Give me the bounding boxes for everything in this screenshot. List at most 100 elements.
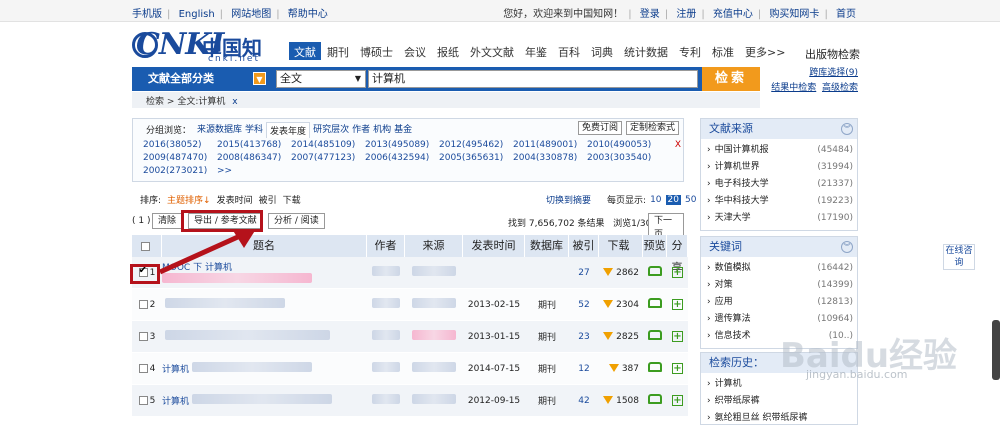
row-checkbox[interactable] bbox=[138, 395, 148, 405]
row-title[interactable] bbox=[162, 298, 367, 311]
sidebar-item-label[interactable]: 应用 bbox=[715, 297, 733, 307]
row-cited[interactable]: 27 bbox=[569, 268, 599, 278]
per-page-10[interactable]: 10 bbox=[650, 195, 661, 205]
tab-waiwen[interactable]: 外文文献 bbox=[465, 42, 519, 60]
sidebar-item-keywords[interactable]: 应用 (12813) bbox=[701, 294, 857, 311]
row-share[interactable]: + bbox=[667, 395, 688, 406]
row-cited[interactable]: 12 bbox=[569, 364, 599, 374]
row-title-text[interactable]: 计算机 bbox=[162, 365, 189, 375]
sidebar-item-label[interactable]: 天津大学 bbox=[715, 213, 751, 223]
row-select[interactable]: 4 bbox=[132, 363, 162, 374]
sidebar-item-keywords[interactable]: 对策 (14399) bbox=[701, 277, 857, 294]
search-input[interactable]: 计算机 bbox=[368, 70, 698, 88]
close-group-icon[interactable]: X bbox=[675, 139, 681, 152]
year-filter-item[interactable]: 2014(485109) bbox=[291, 139, 365, 152]
sidebar-item-label[interactable]: 华中科技大学 bbox=[715, 196, 769, 206]
year-filter-item[interactable]: 2012(495462) bbox=[439, 139, 513, 152]
select-all-checkbox[interactable] bbox=[141, 241, 150, 251]
sidebar-item-source[interactable]: 计算机世界 (31994) bbox=[701, 159, 857, 176]
table-row[interactable]: 5 计算机 2012-09-15 期刊 42 1508 + bbox=[132, 385, 688, 417]
group-tab-org[interactable]: 机构 bbox=[373, 122, 391, 138]
row-author[interactable] bbox=[367, 362, 405, 375]
sort-cited[interactable]: 被引 bbox=[259, 193, 277, 206]
row-source[interactable] bbox=[405, 298, 463, 311]
english-link[interactable]: English bbox=[179, 9, 215, 20]
select-all-cell[interactable] bbox=[132, 235, 162, 257]
clear-button[interactable]: 清除 bbox=[152, 213, 183, 229]
row-author[interactable] bbox=[367, 330, 405, 343]
tab-boshuoshi[interactable]: 博硕士 bbox=[355, 42, 398, 60]
sidebar-item-history[interactable]: 氨纶粗旦丝 织带纸尿裤 bbox=[701, 410, 857, 425]
row-checkbox[interactable] bbox=[138, 331, 148, 341]
per-page-50[interactable]: 50 bbox=[685, 195, 696, 205]
row-source[interactable] bbox=[405, 330, 463, 343]
book-icon[interactable] bbox=[648, 394, 662, 404]
category-dropdown[interactable]: 文献全部分类 ▼ bbox=[132, 67, 270, 91]
sidebar-item-label[interactable]: 计算机世界 bbox=[715, 162, 760, 172]
tab-nianjian[interactable]: 年鉴 bbox=[520, 42, 552, 60]
group-tab-level[interactable]: 研究层次 bbox=[313, 122, 349, 138]
year-filter-item[interactable]: 2005(365631) bbox=[439, 152, 513, 165]
plus-icon[interactable]: + bbox=[672, 299, 683, 310]
row-downloads[interactable]: 2304 bbox=[599, 300, 643, 310]
row-share[interactable]: + bbox=[667, 331, 688, 342]
row-downloads[interactable]: 1508 bbox=[599, 396, 643, 406]
search-in-results-link[interactable]: 结果中检索 bbox=[771, 83, 816, 93]
row-preview[interactable] bbox=[643, 330, 667, 343]
col-date[interactable]: 发表时间 bbox=[463, 235, 525, 257]
search-button[interactable]: 检索 bbox=[702, 67, 760, 91]
sidebar-item-history[interactable]: 织带纸尿裤 bbox=[701, 393, 857, 410]
row-select[interactable]: 5 bbox=[132, 395, 162, 406]
sidebar-item-source[interactable]: 中国计算机报 (45484) bbox=[701, 142, 857, 159]
year-filter-item[interactable]: 2013(495089) bbox=[365, 139, 439, 152]
year-filter-item[interactable]: 2010(490053) bbox=[587, 139, 661, 152]
table-row[interactable]: 4 计算机 2014-07-15 期刊 12 387 + bbox=[132, 353, 688, 385]
row-preview[interactable] bbox=[643, 362, 667, 375]
sidebar-item-source[interactable]: 华中科技大学 (19223) bbox=[701, 193, 857, 210]
row-select[interactable]: 2 bbox=[132, 299, 162, 310]
tab-cidian[interactable]: 词典 bbox=[586, 42, 618, 60]
tab-baike[interactable]: 百科 bbox=[553, 42, 585, 60]
help-link[interactable]: 帮助中心 bbox=[288, 9, 328, 20]
plus-icon[interactable]: + bbox=[672, 363, 683, 374]
advanced-search-link[interactable]: 高级检索 bbox=[822, 83, 858, 93]
row-author[interactable] bbox=[367, 266, 405, 279]
download-icon[interactable] bbox=[603, 300, 614, 308]
sidebar-item-label[interactable]: 遗传算法 bbox=[715, 314, 751, 324]
tab-more[interactable]: 更多>> bbox=[740, 42, 790, 60]
home-link[interactable]: 首页 bbox=[836, 9, 856, 20]
tab-baozhi[interactable]: 报纸 bbox=[432, 42, 464, 60]
row-cited[interactable]: 42 bbox=[569, 396, 599, 406]
table-row[interactable]: 1MOOC 下 计算机272862+ bbox=[132, 257, 688, 289]
row-title-text[interactable]: 计算机 bbox=[162, 397, 189, 407]
collapse-icon[interactable]: ︾ bbox=[841, 123, 853, 135]
group-tab-year[interactable]: 发表年度 bbox=[266, 122, 311, 138]
row-preview[interactable] bbox=[643, 266, 667, 279]
sidebar-item-label[interactable]: 对策 bbox=[715, 280, 733, 290]
book-icon[interactable] bbox=[648, 362, 662, 372]
row-preview[interactable] bbox=[643, 298, 667, 311]
row-source[interactable] bbox=[405, 362, 463, 375]
analyze-read-button[interactable]: 分析 / 阅读 bbox=[268, 213, 325, 229]
publication-search-link[interactable]: 出版物检索 bbox=[805, 46, 860, 62]
tab-biaozhun[interactable]: 标准 bbox=[707, 42, 739, 60]
sidebar-item-label[interactable]: 数值模拟 bbox=[715, 263, 751, 273]
sidebar-item-label[interactable]: 织带纸尿裤 bbox=[715, 396, 760, 406]
year-filter-item[interactable]: 2015(413768) bbox=[217, 139, 291, 152]
sort-downloads[interactable]: 下载 bbox=[283, 193, 301, 206]
tab-qikan[interactable]: 期刊 bbox=[322, 42, 354, 60]
row-select[interactable]: 3 bbox=[132, 331, 162, 342]
col-downloads[interactable]: 下载 bbox=[599, 235, 643, 257]
row-checkbox[interactable] bbox=[138, 363, 148, 373]
plus-icon[interactable]: + bbox=[672, 395, 683, 406]
book-icon[interactable] bbox=[648, 298, 662, 308]
row-downloads[interactable]: 2825 bbox=[599, 332, 643, 342]
year-filter-item[interactable]: 2006(432594) bbox=[365, 152, 439, 165]
per-page-20[interactable]: 20 bbox=[665, 194, 681, 205]
download-icon[interactable] bbox=[603, 332, 614, 340]
row-source[interactable] bbox=[405, 266, 463, 279]
year-filter-item[interactable]: 2009(487470) bbox=[143, 152, 217, 165]
chevron-down-icon[interactable]: ▼ bbox=[253, 72, 266, 85]
row-checkbox[interactable] bbox=[138, 299, 148, 309]
mobile-link[interactable]: 手机版 bbox=[132, 9, 162, 20]
